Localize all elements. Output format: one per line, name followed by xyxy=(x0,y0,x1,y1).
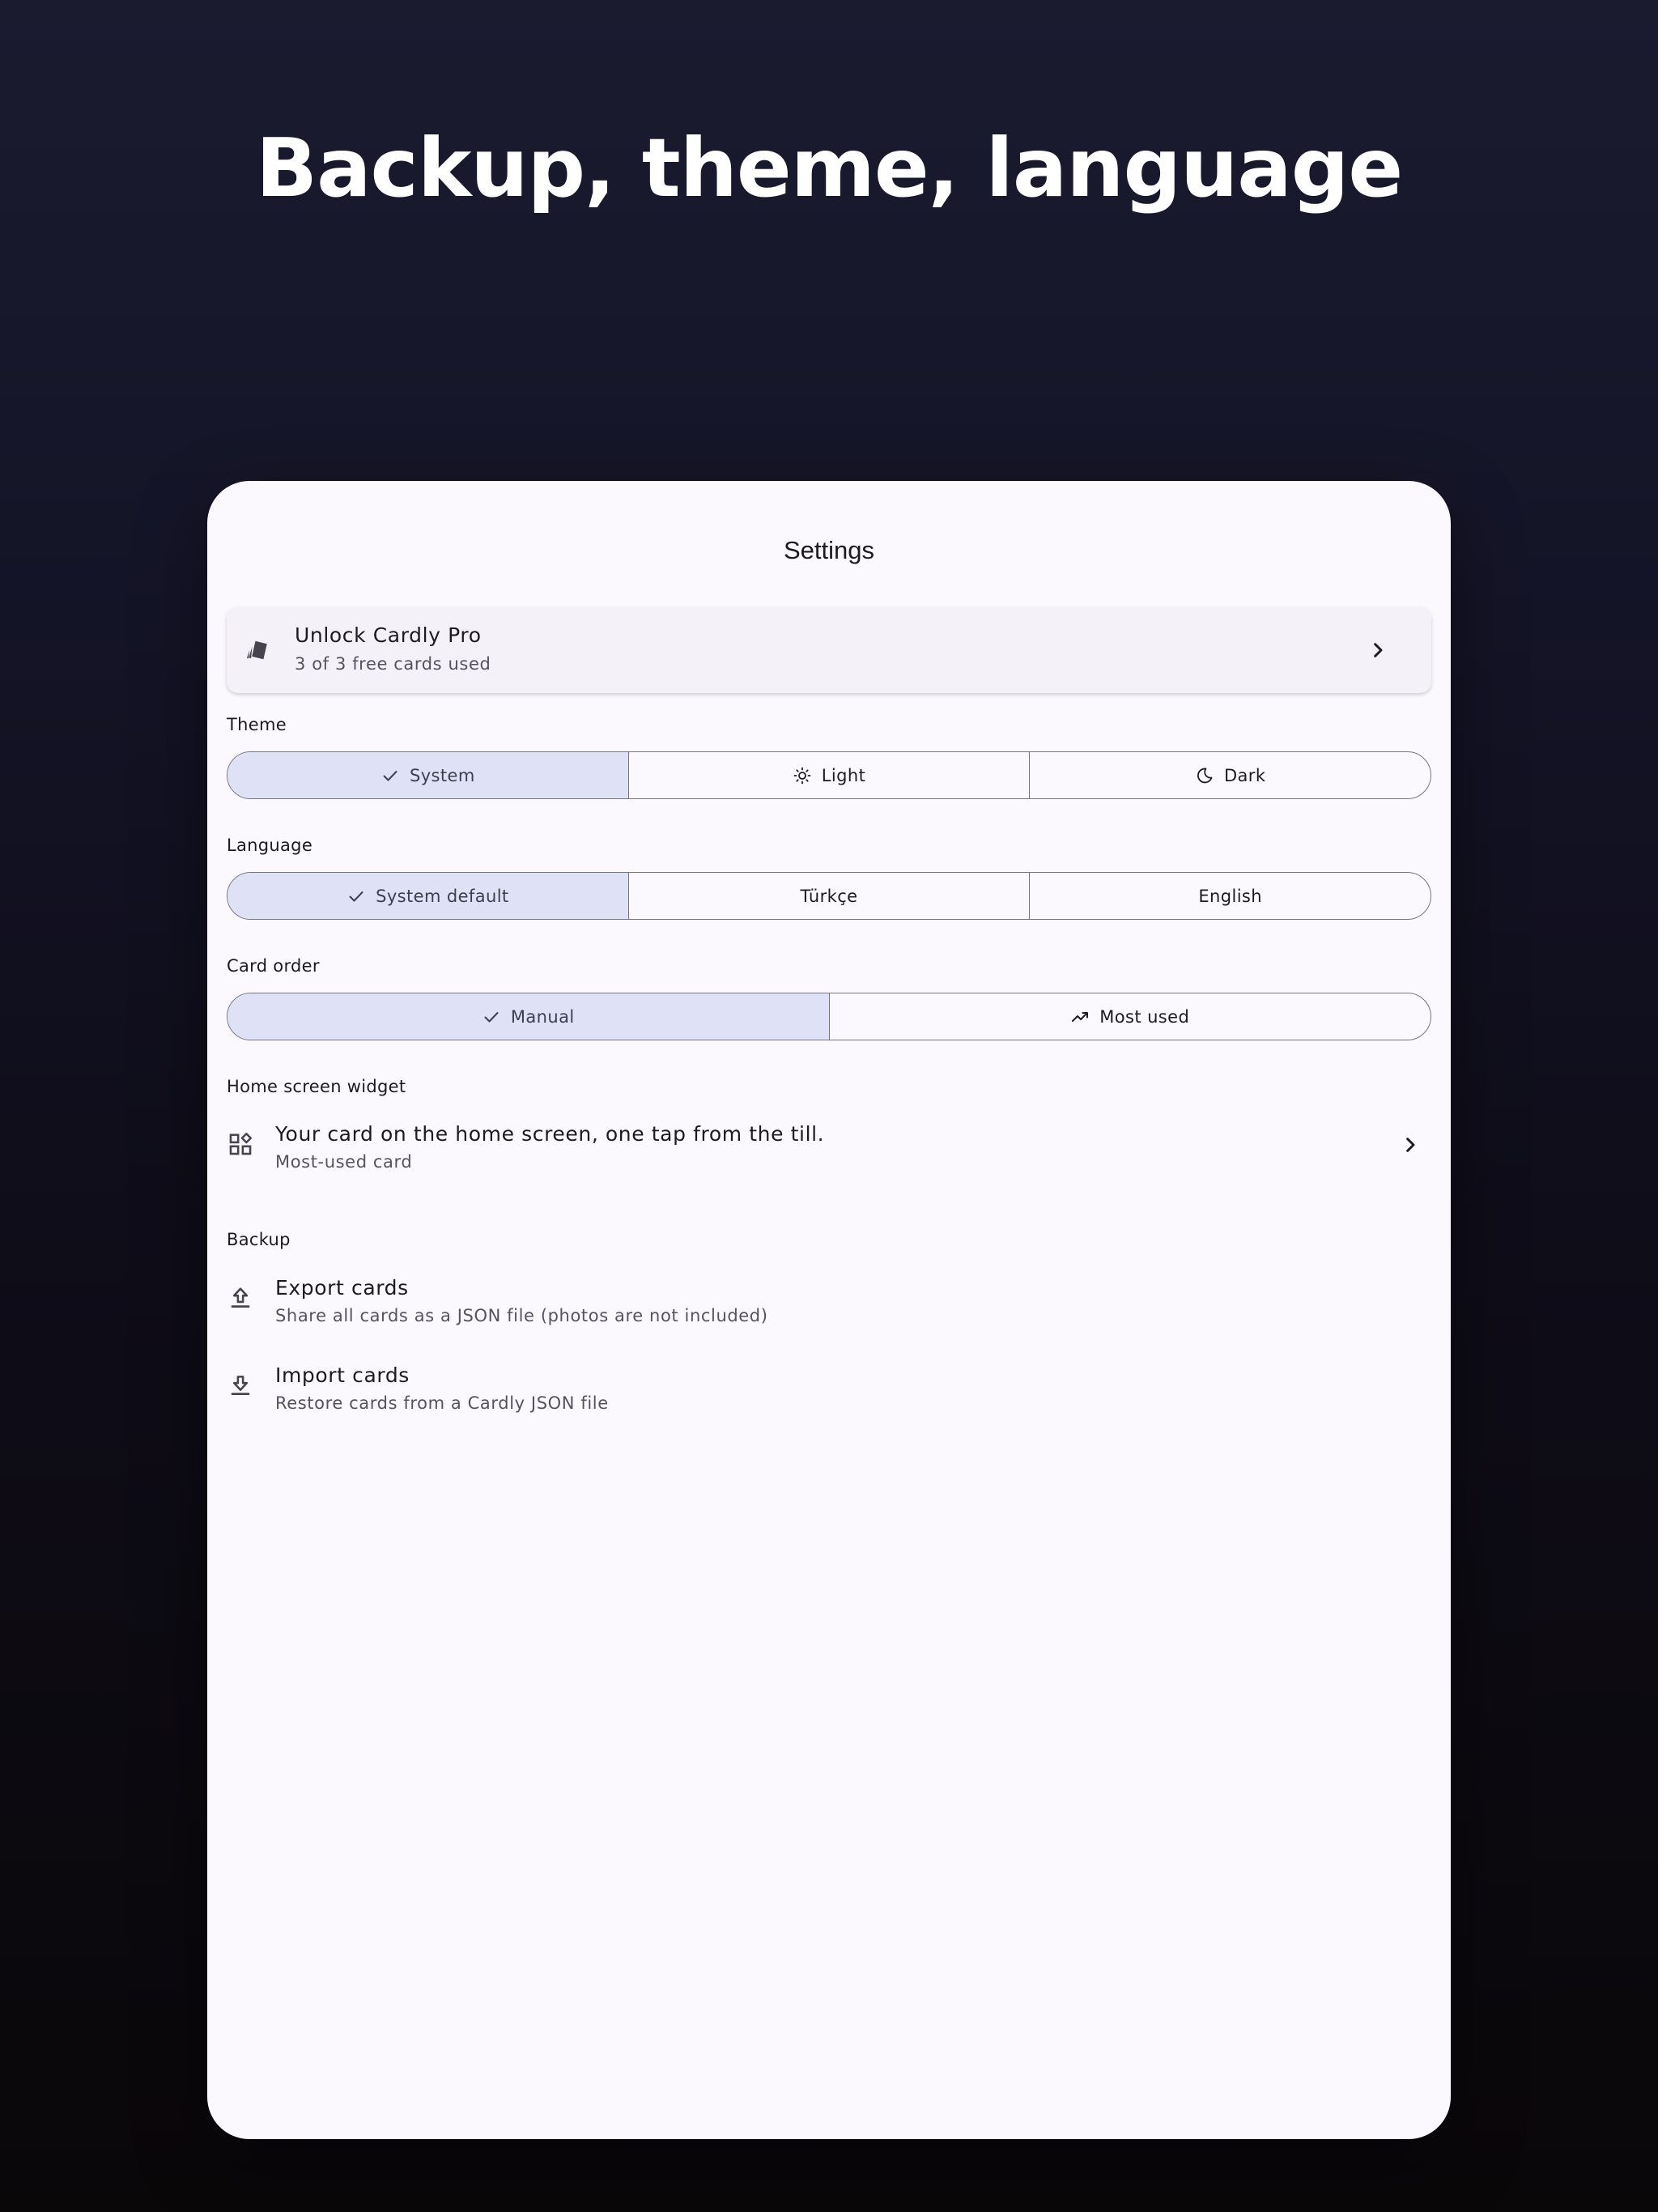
chevron-right-icon xyxy=(1406,1138,1415,1152)
theme-option-light[interactable]: Light xyxy=(629,752,1031,798)
trending-up-icon xyxy=(1072,1011,1089,1022)
language-option-label: Türkçe xyxy=(800,886,858,906)
card-order-section-label: Card order xyxy=(227,956,320,976)
sun-icon xyxy=(793,767,811,784)
theme-option-system[interactable]: System xyxy=(227,752,629,798)
pro-card-title: Unlock Cardly Pro xyxy=(295,623,482,647)
check-icon xyxy=(349,891,363,901)
language-option-label: System default xyxy=(376,886,509,906)
export-cards-title: Export cards xyxy=(275,1276,409,1300)
tablet-screen: Settings Unlock Cardly Pro 3 of 3 free c… xyxy=(207,481,1451,2139)
language-option-english[interactable]: English xyxy=(1030,873,1431,919)
unlock-pro-card[interactable]: Unlock Cardly Pro 3 of 3 free cards used xyxy=(227,607,1431,693)
theme-option-label: Light xyxy=(821,765,866,785)
pro-card-subtitle: 3 of 3 free cards used xyxy=(295,654,491,674)
widget-row-title: Your card on the home screen, one tap fr… xyxy=(275,1122,825,1146)
home-screen-widget-row[interactable]: Your card on the home screen, one tap fr… xyxy=(227,1114,1431,1179)
export-cards-row[interactable]: Export cards Share all cards as a JSON f… xyxy=(227,1268,1431,1333)
cards-icon xyxy=(247,640,267,660)
language-section-label: Language xyxy=(227,836,313,855)
export-cards-subtitle: Share all cards as a JSON file (photos a… xyxy=(275,1306,768,1325)
import-cards-title: Import cards xyxy=(275,1363,410,1387)
card-order-segmented-control: Manual Most used xyxy=(227,993,1431,1040)
theme-section-label: Theme xyxy=(227,715,287,734)
language-segmented-control: System default Türkçe English xyxy=(227,872,1431,920)
import-cards-subtitle: Restore cards from a Cardly JSON file xyxy=(275,1393,609,1413)
download-icon xyxy=(231,1376,250,1396)
language-option-label: English xyxy=(1198,886,1262,906)
upload-icon xyxy=(231,1287,250,1308)
card-order-option-most-used[interactable]: Most used xyxy=(830,993,1431,1040)
backup-section-label: Backup xyxy=(227,1230,291,1249)
theme-option-dark[interactable]: Dark xyxy=(1030,752,1431,798)
check-icon xyxy=(484,1011,499,1022)
page-title: Settings xyxy=(783,536,874,564)
chevron-right-icon xyxy=(1374,643,1383,657)
language-option-turkish[interactable]: Türkçe xyxy=(629,873,1031,919)
card-order-option-manual[interactable]: Manual xyxy=(227,993,830,1040)
widgets-icon xyxy=(229,1132,253,1155)
theme-segmented-control: System Light Dark xyxy=(227,751,1431,799)
theme-option-label: System xyxy=(409,765,475,785)
headline: Backup, theme, language xyxy=(255,121,1403,215)
widget-row-subtitle: Most-used card xyxy=(275,1152,413,1172)
check-icon xyxy=(383,770,397,781)
language-option-system-default[interactable]: System default xyxy=(227,873,629,919)
card-order-option-label: Manual xyxy=(510,1006,575,1027)
widget-section-label: Home screen widget xyxy=(227,1077,406,1096)
import-cards-row[interactable]: Import cards Restore cards from a Cardly… xyxy=(227,1355,1431,1420)
moon-icon xyxy=(1197,768,1213,783)
theme-option-label: Dark xyxy=(1223,765,1266,785)
card-order-option-label: Most used xyxy=(1099,1006,1190,1027)
